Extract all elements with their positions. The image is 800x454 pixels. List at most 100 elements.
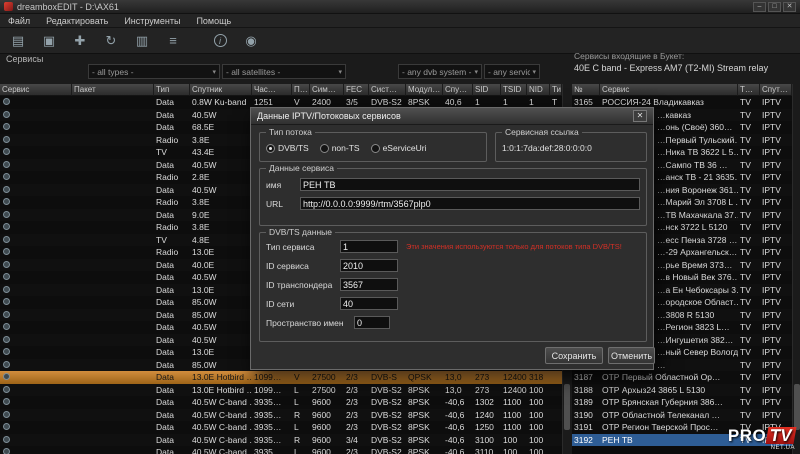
- filter-select-2[interactable]: - any dvb system -▾: [398, 64, 482, 79]
- info-button[interactable]: i: [208, 30, 232, 51]
- cell-type: TV: [154, 146, 190, 159]
- bouquet-row[interactable]: 3190ОТР Областной Телеканал …TVIPTV: [572, 409, 792, 422]
- filter-select-1[interactable]: - all satellites -▾: [222, 64, 346, 79]
- column-header[interactable]: Сервис: [0, 84, 72, 96]
- cell-package: [72, 234, 154, 247]
- services-panel-label: Сервисы: [6, 54, 43, 64]
- copy-button[interactable]: ▥: [130, 30, 154, 51]
- stream-type-radio-2[interactable]: eServiceUri: [371, 143, 427, 153]
- cell-package: [72, 121, 154, 134]
- cell-sat: 13.0E Hotbird …: [190, 371, 252, 384]
- table-row[interactable]: Data40.5W C-band …3935…L96002/3DVB-S28PS…: [0, 396, 562, 409]
- cancel-button[interactable]: Отменить: [608, 347, 655, 364]
- bouquet-row[interactable]: 3188ОТР Архыз24 3865 L 5130TVIPTV: [572, 384, 792, 397]
- column-header[interactable]: Сим…: [310, 84, 344, 96]
- cell-freq: 3935…: [252, 434, 292, 447]
- cell-sat: 40.5W: [190, 159, 252, 172]
- network-id-input[interactable]: [340, 297, 398, 310]
- service-icon: [3, 373, 10, 380]
- save-button[interactable]: Сохранить: [545, 347, 603, 364]
- bouquet-row[interactable]: 3189ОТР Брянская Губерния 386…TVIPTV: [572, 396, 792, 409]
- dialog-close-button[interactable]: ✕: [633, 110, 647, 122]
- column-header[interactable]: Сист…: [369, 84, 406, 96]
- cell-service: [0, 346, 72, 359]
- scrollbar-thumb[interactable]: [794, 384, 800, 430]
- column-header[interactable]: Спутник: [190, 84, 252, 96]
- table-row[interactable]: Data13.0E Hotbird …1099…V275002/3DVB-SQP…: [0, 371, 562, 384]
- cell-sat: IPTV: [760, 171, 792, 184]
- cell-service: [0, 309, 72, 322]
- column-header[interactable]: SID: [473, 84, 501, 96]
- table-row[interactable]: Data13.0E Hotbird …1099…L275002/3DVB-S28…: [0, 384, 562, 397]
- stream-type-label: Тип потока: [266, 127, 315, 137]
- list-button[interactable]: ≡: [161, 30, 185, 51]
- column-header[interactable]: Спут…: [760, 84, 792, 96]
- column-header[interactable]: Сервис: [600, 84, 738, 96]
- window-minimize-button[interactable]: –: [753, 2, 766, 12]
- column-header[interactable]: Тип: [550, 84, 562, 96]
- column-header[interactable]: Тип: [154, 84, 190, 96]
- filter-select-0[interactable]: - all types -▾: [88, 64, 220, 79]
- table-row[interactable]: Data40.5W C-band …3935…L96002/3DVB-S28PS…: [0, 446, 562, 454]
- table-row[interactable]: Data40.5W C-band …3935…R96002/3DVB-S28PS…: [0, 409, 562, 422]
- cell-sat: 40.5W: [190, 109, 252, 122]
- window-close-button[interactable]: ✕: [783, 2, 796, 12]
- cell-fec: 3/4: [344, 434, 369, 447]
- filter-value: - all types -: [92, 67, 210, 77]
- column-header[interactable]: Т…: [738, 84, 760, 96]
- column-header[interactable]: Час…: [252, 84, 292, 96]
- transponder-id-input[interactable]: [340, 278, 398, 291]
- menu-item-0[interactable]: Файл: [8, 16, 30, 26]
- menu-item-3[interactable]: Помощь: [196, 16, 231, 26]
- menu-item-2[interactable]: Инструменты: [124, 16, 180, 26]
- cell-service: [0, 334, 72, 347]
- add-services-button[interactable]: ✚: [68, 30, 92, 51]
- bouquet-scrollbar[interactable]: [792, 84, 800, 454]
- cell-service: [0, 284, 72, 297]
- service-icon: [3, 261, 10, 268]
- column-header[interactable]: Модул…: [406, 84, 443, 96]
- stream-type-radio-1[interactable]: non-TS: [320, 143, 360, 153]
- cell-service: [0, 409, 72, 422]
- cell-t: [550, 371, 562, 384]
- stream-type-radio-0[interactable]: DVB/TS: [266, 143, 309, 153]
- cell-type: Data: [154, 109, 190, 122]
- title-bar[interactable]: dreamboxEDIT - D:\AX61 –□✕: [0, 0, 800, 14]
- name-input[interactable]: [300, 178, 640, 191]
- column-header[interactable]: П…: [292, 84, 310, 96]
- new-file-button[interactable]: ▤: [6, 30, 30, 51]
- table-row[interactable]: Data40.5W C-band …3935…R96003/4DVB-S28PS…: [0, 434, 562, 447]
- service-type-input[interactable]: [340, 240, 398, 253]
- column-header[interactable]: Пакет: [72, 84, 154, 96]
- url-input[interactable]: [300, 197, 640, 210]
- cell-sys: DVB-S2: [369, 434, 406, 447]
- cell-service: [0, 384, 72, 397]
- menu-item-1[interactable]: Редактировать: [46, 16, 108, 26]
- about-button[interactable]: ◉: [239, 30, 263, 51]
- cell-t: [550, 384, 562, 397]
- cell-sym: 9600: [310, 421, 344, 434]
- window-controls: –□✕: [751, 2, 796, 12]
- reload-button[interactable]: ↻: [99, 30, 123, 51]
- cell-t: TV: [738, 209, 760, 222]
- namespace-input[interactable]: [354, 316, 390, 329]
- cell-sat: 68.5E: [190, 121, 252, 134]
- column-header[interactable]: TSID: [501, 84, 527, 96]
- column-header[interactable]: №: [572, 84, 600, 96]
- service-id-input[interactable]: [340, 259, 398, 272]
- cell-t: TV: [738, 234, 760, 247]
- column-header[interactable]: NID: [527, 84, 550, 96]
- filter-select-3[interactable]: - any service -▾: [484, 64, 540, 79]
- stream-type-group: Тип потока DVB/TSnon-TSeServiceUri: [259, 132, 487, 162]
- column-header[interactable]: Спу…: [443, 84, 473, 96]
- cell-t: [550, 396, 562, 409]
- save-button[interactable]: ▣: [37, 30, 61, 51]
- cell-t: TV: [738, 384, 760, 397]
- window-maximize-button[interactable]: □: [768, 2, 781, 12]
- table-row[interactable]: Data40.5W C-band …3935…L96002/3DVB-S28PS…: [0, 421, 562, 434]
- cell-t: TV: [738, 159, 760, 172]
- column-header[interactable]: FEC: [344, 84, 369, 96]
- scrollbar-thumb[interactable]: [564, 384, 570, 430]
- bouquet-row[interactable]: 3187ОТР Первый Областной Ор…TVIPTV: [572, 371, 792, 384]
- dialog-title-bar[interactable]: Данные IPTV/Потоковых сервисов ✕: [251, 108, 653, 125]
